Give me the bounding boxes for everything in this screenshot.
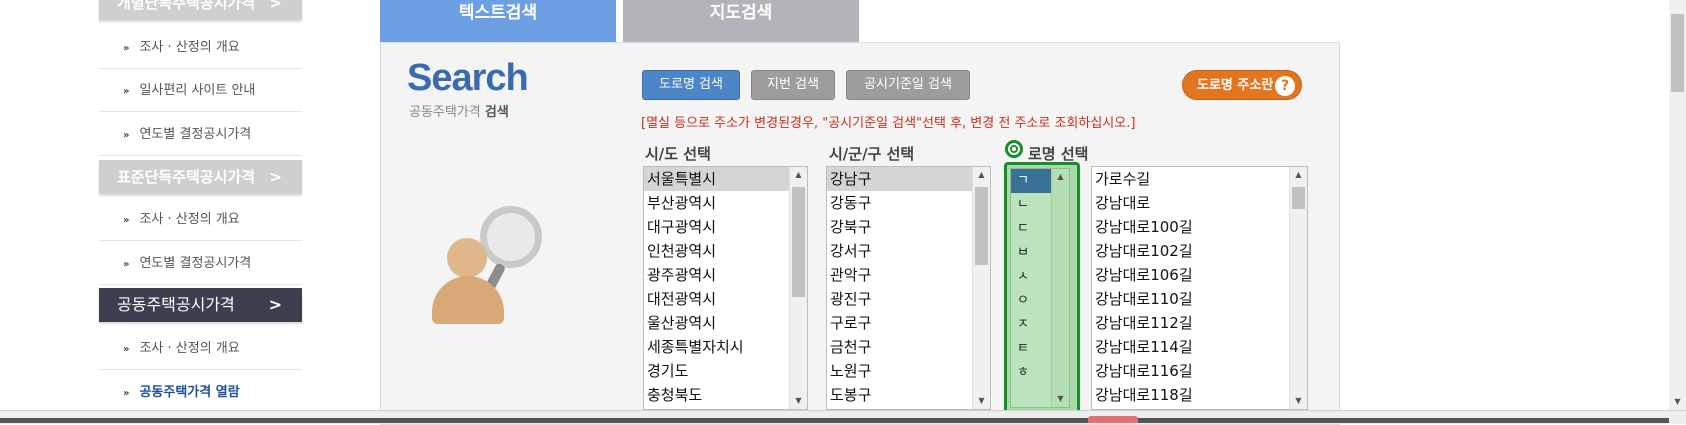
sido-scrollbar[interactable]: ▲ ▼: [789, 167, 807, 409]
lot-number-search-button[interactable]: 지번 검색: [751, 70, 835, 100]
sidebar-header-individual[interactable]: 개별단독주택공시가격 >: [99, 0, 302, 20]
road-name-option[interactable]: 강남대로112길: [1092, 311, 1307, 335]
sigungu-select[interactable]: 강남구 강동구 강북구 강서구 관악구 광진구 구로구 금천구 노원구 도봉구 ▲ ▼: [826, 166, 991, 410]
sido-option[interactable]: 울산광역시: [644, 311, 807, 335]
scroll-down-icon[interactable]: ▼: [1052, 391, 1069, 407]
bullet-icon: »: [123, 43, 130, 54]
consonant-option[interactable]: ㄷ: [1011, 217, 1053, 241]
consonant-option[interactable]: ㅂ: [1011, 241, 1053, 265]
scroll-up-icon[interactable]: ▲: [790, 167, 807, 183]
sidebar-header-label: 공동주택공시가격: [117, 295, 235, 314]
consonant-option[interactable]: ㅇ: [1011, 289, 1053, 313]
chevron-right-icon: >: [269, 0, 282, 12]
sidebar-header-label: 표준단독주택공시가격: [117, 168, 256, 186]
sidebar-item-survey-overview[interactable]: » 조사 · 산정의 개요: [99, 27, 302, 69]
sido-option[interactable]: 서울특별시: [644, 167, 807, 191]
consonant-select[interactable]: ㄱㄴㄷㅂㅅㅇㅈㅌㅎ ▲ ▼: [1004, 162, 1080, 418]
scroll-down-icon[interactable]: ▼: [1669, 394, 1686, 410]
sigungu-option[interactable]: 광진구: [827, 287, 990, 311]
road-name-option[interactable]: 강남대로116길: [1092, 359, 1307, 383]
road-name-option[interactable]: 강남대로110길: [1092, 287, 1307, 311]
person-illustration-head: [447, 238, 487, 278]
road-name-option[interactable]: 강남대로114길: [1092, 335, 1307, 359]
search-logo-subtitle: 공동주택가격 검색: [409, 105, 509, 120]
sido-option[interactable]: 대구광역시: [644, 215, 807, 239]
sidebar-header-apartment[interactable]: 공동주택공시가격 >: [99, 288, 302, 322]
search-logo: Search: [407, 57, 529, 99]
consonant-option[interactable]: ㄴ: [1011, 193, 1053, 217]
scroll-down-icon[interactable]: ▼: [973, 393, 990, 409]
bullet-icon: »: [123, 215, 130, 226]
road-name-option[interactable]: 강남대로102길: [1092, 239, 1307, 263]
road-scrollbar[interactable]: ▲ ▼: [1289, 167, 1307, 409]
road-name-select[interactable]: 가로수길 강남대로 강남대로100길 강남대로102길 강남대로106길 강남대로110길…: [1091, 166, 1308, 410]
sido-option[interactable]: 충청북도: [644, 383, 807, 407]
consonant-option[interactable]: ㅎ: [1011, 361, 1053, 385]
consonant-scrollbar[interactable]: ▲ ▼: [1051, 169, 1069, 407]
road-name-option[interactable]: 가로수길: [1092, 167, 1307, 191]
sido-option[interactable]: 부산광역시: [644, 191, 807, 215]
sigungu-option[interactable]: 구로구: [827, 311, 990, 335]
notice-text: [멸실 등으로 주소가 변경된경우, "공시기준일 검색"선택 후, 변경 전 …: [641, 116, 1136, 131]
page-scroll-thumb[interactable]: [1671, 14, 1684, 92]
consonant-option[interactable]: ㅌ: [1011, 337, 1053, 361]
announcement-date-search-button[interactable]: 공시기준일 검색: [846, 70, 970, 100]
bullet-icon: »: [123, 344, 130, 355]
bullet-icon: »: [123, 259, 130, 270]
chevron-right-icon: >: [269, 168, 282, 186]
sidebar-item-survey-overview[interactable]: » 조사 · 산정의 개요: [99, 328, 302, 370]
scroll-up-icon[interactable]: ▲: [1052, 169, 1069, 185]
sigungu-label: 시/군/구 선택: [829, 145, 915, 163]
road-name-search-button[interactable]: 도로명 검색: [642, 70, 740, 100]
consonant-option[interactable]: ㄱ: [1011, 169, 1053, 193]
magnifier-illustration: [480, 206, 542, 268]
scroll-down-icon[interactable]: ▼: [1290, 393, 1307, 409]
consonant-option[interactable]: ㅈ: [1011, 313, 1053, 337]
sido-label: 시/도 선택: [645, 145, 711, 163]
sigungu-scrollbar[interactable]: ▲ ▼: [972, 167, 990, 409]
scroll-up-icon[interactable]: ▲: [1290, 167, 1307, 183]
sidebar-header-standard[interactable]: 표준단독주택공시가격 >: [99, 160, 302, 194]
sidebar-header-label: 개별단독주택공시가격: [117, 0, 256, 12]
scroll-down-icon[interactable]: ▼: [790, 393, 807, 409]
road-name-option[interactable]: 강남대로106길: [1092, 263, 1307, 287]
sidebar-item-yearly-prices[interactable]: » 연도별 결정공시가격: [99, 243, 302, 285]
road-name-option[interactable]: 강남대로: [1092, 191, 1307, 215]
tab-text-search[interactable]: 텍스트검색: [380, 0, 616, 42]
road-name-option[interactable]: 강남대로100길: [1092, 215, 1307, 239]
sido-option[interactable]: 대전광역시: [644, 287, 807, 311]
road-address-info-button[interactable]: 도로명 주소란 ?: [1182, 70, 1302, 100]
sigungu-option[interactable]: 강동구: [827, 191, 990, 215]
page-scrollbar[interactable]: ▼: [1669, 0, 1686, 410]
sigungu-option[interactable]: 강남구: [827, 167, 990, 191]
bullet-icon: »: [123, 130, 130, 141]
sidebar-item-yearly-prices[interactable]: » 연도별 결정공시가격: [99, 114, 302, 156]
road-name-label: 로명 선택: [1028, 145, 1089, 163]
sidebar-item-survey-overview[interactable]: » 조사 · 산정의 개요: [99, 199, 302, 241]
sido-option[interactable]: 인천광역시: [644, 239, 807, 263]
sido-option[interactable]: 경기도: [644, 359, 807, 383]
sido-option[interactable]: 광주광역시: [644, 263, 807, 287]
sigungu-option[interactable]: 금천구: [827, 335, 990, 359]
sidebar-item-ilsapyeonri[interactable]: » 일사편리 사이트 안내: [99, 70, 302, 112]
help-icon: ?: [1275, 76, 1295, 96]
red-marker: [1088, 416, 1138, 423]
sidebar-item-apartment-price-view[interactable]: » 공동주택가격 열람: [99, 372, 302, 414]
sido-select[interactable]: 서울특별시 부산광역시 대구광역시 인천광역시 광주광역시 대전광역시 울산광역시 세종특별자…: [643, 166, 808, 410]
bullet-icon: »: [123, 86, 130, 97]
sigungu-option[interactable]: 관악구: [827, 263, 990, 287]
sigungu-option[interactable]: 도봉구: [827, 383, 990, 407]
sido-option[interactable]: 세종특별자치시: [644, 335, 807, 359]
sigungu-option[interactable]: 강서구: [827, 239, 990, 263]
target-icon: [1005, 140, 1023, 158]
road-name-option[interactable]: 강남대로118길: [1092, 383, 1307, 407]
sigungu-option[interactable]: 노원구: [827, 359, 990, 383]
scroll-up-icon[interactable]: ▲: [973, 167, 990, 183]
taskbar-strip: [0, 418, 1669, 423]
consonant-option[interactable]: ㅅ: [1011, 265, 1053, 289]
sigungu-option[interactable]: 강북구: [827, 215, 990, 239]
bullet-icon: »: [123, 388, 130, 399]
chevron-right-icon: >: [268, 295, 282, 314]
tab-map-search[interactable]: 지도검색: [623, 0, 859, 42]
